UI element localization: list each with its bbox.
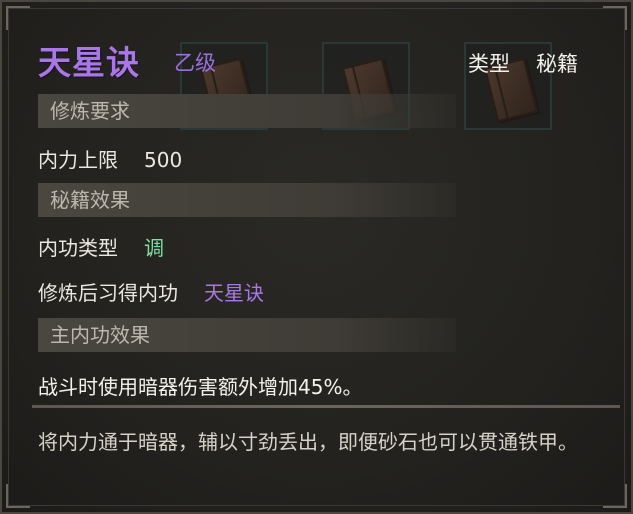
item-type-value: 秘籍 (536, 52, 578, 76)
divider (32, 405, 620, 408)
requirement-row: 内力上限 500 (38, 144, 182, 173)
requirement-label: 内力上限 (38, 148, 118, 172)
item-grade: 乙级 (174, 51, 216, 75)
item-name: 天星诀 (38, 43, 140, 82)
item-description: 将内力通于暗器，辅以寸劲丢出，即便砂石也可以贯通铁甲。 (38, 430, 578, 454)
learned-skill-row: 修炼后习得内功 天星诀 (38, 277, 264, 306)
item-tooltip-panel: 天星诀 乙级 类型 秘籍 修炼要求 内力上限 500 秘籍效果 内功类型 调 修炼后… (0, 0, 633, 514)
item-type-label: 类型 (468, 52, 510, 76)
inner-type-row: 内功类型 调 (38, 232, 164, 261)
requirement-value: 500 (144, 148, 183, 172)
corner-ornament-top-right (603, 6, 627, 30)
corner-ornament-bottom-left (6, 484, 30, 508)
section-header-requirements: 修炼要求 (38, 94, 456, 128)
learned-skill-value: 天星诀 (204, 281, 264, 305)
corner-ornament-bottom-right (603, 484, 627, 508)
main-effect-text: 战斗时使用暗器伤害额外增加45%。 (38, 375, 363, 399)
learned-skill-label: 修炼后习得内功 (38, 281, 178, 305)
inner-type-value: 调 (144, 236, 164, 260)
section-header-book-effects: 秘籍效果 (38, 183, 456, 217)
inner-type-label: 内功类型 (38, 236, 118, 260)
section-header-main-effects: 主内功效果 (38, 318, 456, 352)
corner-ornament-top-left (6, 6, 30, 30)
